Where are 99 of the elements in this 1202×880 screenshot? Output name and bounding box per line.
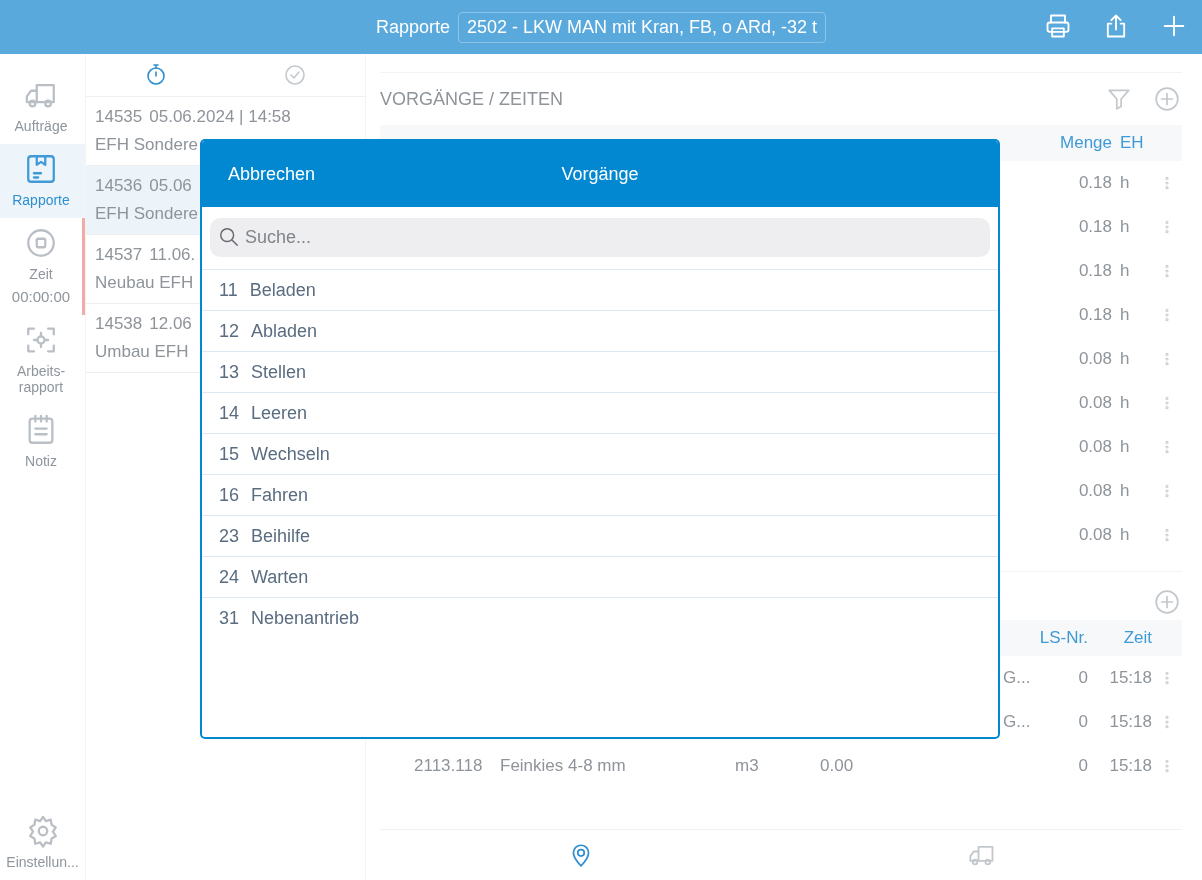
report-title: EFH Sondere	[95, 135, 198, 155]
sidebar-item[interactable]: Notiz	[0, 405, 85, 479]
operation-code: 11	[219, 279, 238, 301]
operation-item[interactable]: 13 Stellen	[202, 351, 998, 392]
table-cell-text: h	[1119, 481, 1131, 501]
report-date: 05.06	[149, 176, 192, 196]
operation-item[interactable]: 14 Leeren	[202, 392, 998, 433]
page-title: Rapporte	[375, 16, 450, 38]
cancel-button[interactable]: Abbrechen	[228, 163, 316, 185]
operation-name: Abladen	[251, 320, 318, 342]
table-cell-text: Feinkies 4-8 mm	[500, 756, 627, 776]
operation-code: 16	[219, 484, 240, 506]
nav-label: Rapporte	[12, 192, 70, 208]
column-header: LS-Nr.	[1038, 628, 1088, 648]
table-cell-text: 0	[1077, 756, 1088, 776]
operation-item[interactable]: 12 Abladen	[202, 310, 998, 351]
table-cell-text: 0	[1077, 668, 1088, 688]
operation-name: Beladen	[249, 279, 316, 301]
search-field[interactable]: Suche...	[210, 218, 990, 257]
table-cell-text: 15:18	[1108, 668, 1152, 688]
nav-icon	[24, 152, 58, 186]
operation-name: Beihilfe	[251, 525, 311, 547]
operation-item[interactable]: 24 Warten	[202, 556, 998, 597]
operation-name: Wechseln	[251, 443, 330, 465]
operation-name: Fahren	[251, 484, 309, 506]
table-cell-text: h	[1119, 393, 1131, 413]
table-cell-text: 0.18	[1077, 305, 1112, 325]
report-date: 12.06	[149, 314, 192, 334]
operation-item[interactable]: 23 Beihilfe	[202, 515, 998, 556]
nav-label: Notiz	[25, 453, 57, 469]
operation-name: Warten	[251, 566, 309, 588]
table-cell-text: 15:18	[1108, 712, 1152, 732]
operation-name: Leeren	[251, 402, 308, 424]
column-header: EH	[1119, 133, 1145, 153]
section-title: VORGÄNGE / ZEITEN	[380, 88, 565, 110]
printer-icon	[1044, 12, 1072, 40]
table-cell-text: h	[1119, 305, 1131, 325]
operation-code: 12	[219, 320, 240, 342]
report-number: 14535	[95, 107, 143, 127]
report-title: Neubau EFH	[95, 273, 194, 293]
report-number: 14536	[95, 176, 143, 196]
table-cell-text: 2113.118	[414, 756, 484, 776]
operation-code: 14	[219, 402, 240, 424]
report-title: EFH Sondere	[95, 204, 198, 224]
report-title: Umbau EFH	[95, 342, 189, 362]
table-cell-text: h	[1119, 437, 1131, 457]
nav-icon	[24, 226, 58, 260]
table-cell-text: G...	[1003, 712, 1032, 732]
operation-code: 31	[219, 607, 240, 629]
table-cell-text: h	[1119, 525, 1131, 545]
column-header: Zeit	[1122, 628, 1152, 648]
report-number: 14538	[95, 314, 143, 334]
settings-item[interactable]: Einstellun...	[0, 813, 85, 880]
table-cell-text: h	[1119, 349, 1131, 369]
operation-code: 13	[219, 361, 240, 383]
sidebar-item[interactable]: Arbeits-rapport	[0, 315, 85, 405]
operation-code: 23	[219, 525, 240, 547]
table-cell-text: 0.18	[1077, 173, 1112, 193]
table-cell-text: 0.00	[820, 756, 855, 776]
print-button[interactable]	[1044, 12, 1072, 40]
column-header: Menge	[1059, 133, 1112, 153]
search-icon	[218, 226, 240, 248]
nav-label: Einstellun...	[6, 854, 79, 870]
operation-item[interactable]: 11 Beladen	[202, 269, 998, 310]
report-date: 11.06.	[149, 245, 196, 265]
sidebar-item[interactable]: Zeit 00:00:00	[0, 218, 85, 315]
nav-label: Arbeits-rapport	[15, 363, 67, 395]
table-cell-text: 15:18	[1108, 756, 1152, 776]
nav-label: Aufträge	[14, 118, 68, 134]
table-cell-text: G...	[1003, 668, 1032, 688]
operation-item[interactable]: 15 Wechseln	[202, 433, 998, 474]
operation-item[interactable]: 16 Fahren	[202, 474, 998, 515]
table-cell-text: h	[1119, 261, 1131, 281]
operation-item[interactable]: 31 Nebenantrieb	[202, 597, 998, 638]
add-icon	[1154, 86, 1180, 112]
table-cell-text: 0.08	[1077, 481, 1112, 501]
table-cell-text: h	[1119, 173, 1131, 193]
nav-label: Zeit	[29, 266, 53, 282]
table-cell-text: 0.08	[1077, 349, 1112, 369]
sidebar-item[interactable]: Aufträge	[0, 70, 85, 144]
table-cell-text: 0.08	[1077, 437, 1112, 457]
table-cell-text: 0.08	[1077, 525, 1112, 545]
operation-name: Stellen	[251, 361, 307, 383]
table-cell-text: 0	[1077, 712, 1088, 732]
report-number: 14537	[95, 245, 143, 265]
dialog-title: Vorgänge	[561, 163, 639, 185]
table-cell-text: 0.08	[1077, 393, 1112, 413]
operation-name: Nebenantrieb	[251, 607, 360, 629]
table-cell-text: h	[1119, 217, 1131, 237]
operation-code: 15	[219, 443, 240, 465]
filter-icon	[1106, 86, 1132, 112]
timer-value: 00:00:00	[11, 288, 71, 305]
sidebar-item[interactable]: Rapporte	[0, 144, 85, 218]
table-cell-text: 0.18	[1077, 217, 1112, 237]
operation-code: 24	[219, 566, 240, 588]
add-icon	[1154, 589, 1180, 615]
table-cell-text: 0.18	[1077, 261, 1112, 281]
report-date: 05.06.2024 | 14:58	[149, 107, 291, 127]
table-cell-text: m3	[735, 756, 760, 776]
